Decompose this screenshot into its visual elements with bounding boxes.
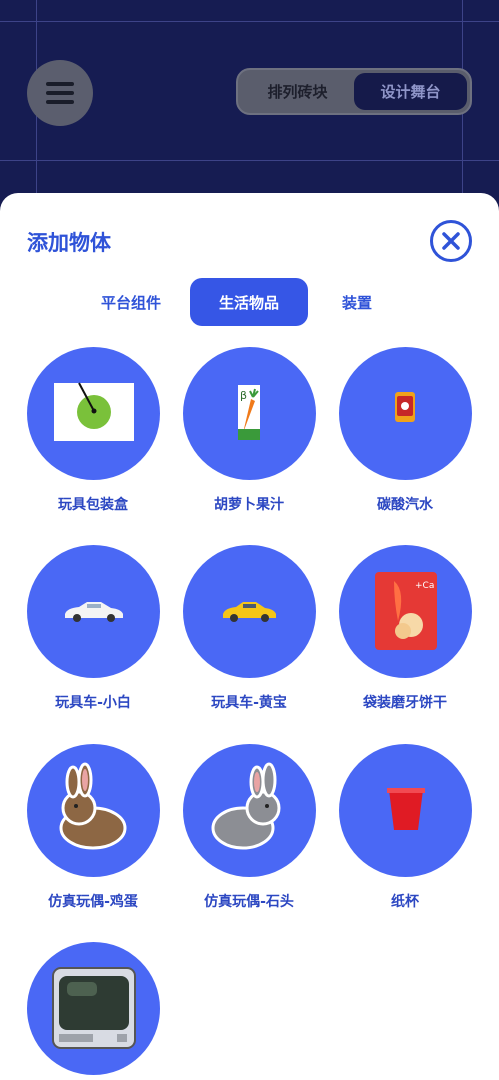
svg-text:β: β	[240, 389, 247, 402]
grid-line	[0, 160, 499, 161]
toy-box-icon	[53, 382, 134, 441]
sheet-title: 添加物体	[27, 231, 111, 255]
object-thumbnail	[26, 545, 160, 678]
object-label: 碳酸汽水	[377, 497, 433, 513]
object-thumbnail	[26, 942, 160, 1075]
object-label: 袋装磨牙饼干	[363, 695, 447, 711]
object-thumbnail	[338, 744, 472, 877]
object-item-white-car[interactable]: 玩具车-小白	[15, 545, 171, 712]
menu-button[interactable]	[27, 60, 93, 126]
svg-text:+Ca: +Ca	[415, 581, 434, 591]
white-car-icon	[64, 602, 123, 622]
close-circle-icon	[442, 232, 460, 250]
object-item-carrot-juice[interactable]: β 胡萝卜果汁	[171, 347, 327, 514]
object-thumbnail	[182, 744, 316, 877]
object-thumbnail	[338, 347, 472, 480]
soda-can-icon	[394, 392, 415, 422]
hamburger-menu-icon	[46, 82, 74, 104]
tab-daily-items[interactable]: 生活物品	[190, 278, 308, 326]
object-label: 仿真玩偶-鸡蛋	[48, 894, 138, 910]
object-item-gray-rabbit[interactable]: 仿真玩偶-石头	[171, 744, 327, 911]
object-thumbnail	[26, 744, 160, 877]
tab-devices[interactable]: 装置	[312, 278, 402, 326]
tab-platform-components[interactable]: 平台组件	[80, 278, 182, 326]
biscuit-bag-icon: +Ca	[374, 572, 437, 650]
object-item-biscuit[interactable]: +Ca 袋装磨牙饼干	[327, 545, 483, 712]
object-label: 纸杯	[391, 894, 419, 910]
add-object-sheet: 添加物体 平台组件 生活物品 装置 玩具包装盒 β 胡萝卜果汁 碳酸汽水 玩具车…	[0, 193, 499, 1080]
segment-design-stage[interactable]: 设计舞台	[354, 73, 467, 110]
object-thumbnail	[182, 545, 316, 678]
object-thumbnail: β	[182, 347, 316, 480]
brown-rabbit-icon	[59, 762, 126, 850]
yellow-car-icon	[222, 602, 276, 622]
object-item-toy-box[interactable]: 玩具包装盒	[15, 347, 171, 514]
object-thumbnail: +Ca	[338, 545, 472, 678]
carrot-juice-icon: β	[237, 385, 260, 440]
object-label: 胡萝卜果汁	[214, 497, 284, 513]
object-item-soda[interactable]: 碳酸汽水	[327, 347, 483, 514]
object-item-yellow-car[interactable]: 玩具车-黄宝	[171, 545, 327, 712]
object-label: 仿真玩偶-石头	[204, 894, 294, 910]
object-label: 玩具车-黄宝	[211, 695, 287, 711]
object-item-tv[interactable]	[15, 942, 171, 1080]
object-label: 玩具车-小白	[55, 695, 131, 711]
object-label: 玩具包装盒	[58, 497, 128, 513]
tv-icon	[51, 967, 136, 1049]
object-thumbnail	[26, 347, 160, 480]
object-item-brown-rabbit[interactable]: 仿真玩偶-鸡蛋	[15, 744, 171, 911]
object-item-paper-cup[interactable]: 纸杯	[327, 744, 483, 911]
grid-line	[0, 21, 499, 22]
mode-segmented-control: 排列砖块 设计舞台	[236, 68, 472, 115]
segment-arrange-blocks[interactable]: 排列砖块	[241, 73, 354, 110]
close-button[interactable]	[430, 220, 472, 262]
paper-cup-icon	[386, 788, 425, 830]
gray-rabbit-icon	[211, 762, 280, 850]
category-tabs: 平台组件 生活物品 装置	[80, 278, 402, 326]
